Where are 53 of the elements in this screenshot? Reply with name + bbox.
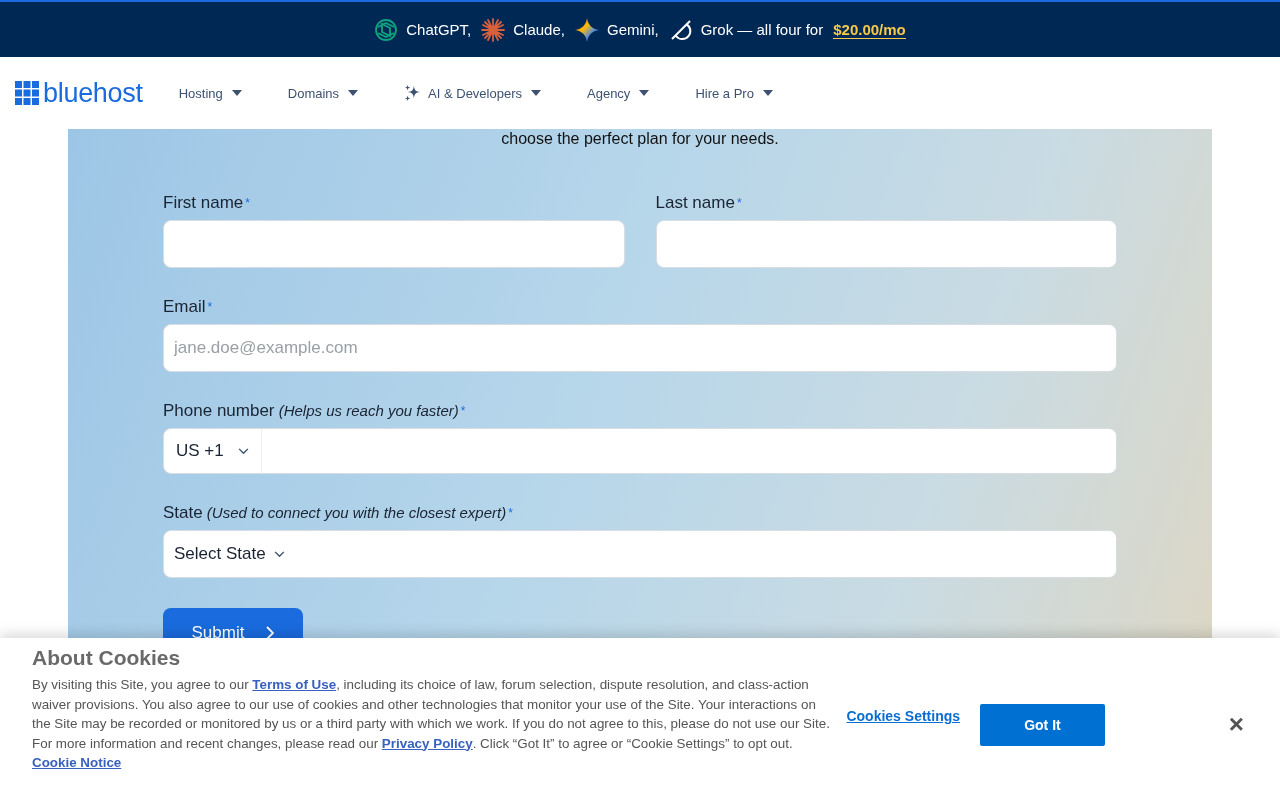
nav-menu-item[interactable]: AI & Developers [404, 84, 541, 102]
nav-label: Hosting [178, 85, 223, 101]
cookie-settings-link[interactable]: Cookies Settings [846, 708, 961, 724]
caret-icon [231, 90, 242, 96]
accept-button[interactable]: Got It [980, 704, 1105, 746]
field-hint: (Used to connect you with the closest expert) [205, 504, 507, 521]
input-field[interactable] [163, 220, 625, 268]
intro-text: choose the perfect plan for your needs. [500, 130, 780, 148]
input-field[interactable]: jane.doe@example.com [163, 324, 1117, 372]
cookie-text: By visiting this Site, you agree to our Terms of Use, including its choice of law, forum selection, dispute resolution, and class-action waiver provisions. You also agree to our use of cookies and other technologies that monitor your use of the Site. Your interactions on the Site may be recorded or monitored by us or a third party with which we work. If you do not agree to this, please do not use our Site. For more information and recent changes, please read our Privacy Policy. Click “Got It” to agree or “Cookie Settings” to opt out. [32, 676, 831, 753]
cookie-notice-link[interactable]: Cookie Notice [32, 755, 122, 770]
phone-field[interactable]: US +1 [163, 428, 1117, 474]
nav-label: AI & Developers [428, 85, 522, 101]
nav-label: Agency [587, 85, 631, 101]
chevron-icon [273, 550, 285, 558]
required-mark: * [736, 196, 742, 210]
field-label: Email [163, 297, 206, 316]
text-link[interactable]: Privacy Policy [381, 735, 473, 751]
field-label: Last name [655, 193, 735, 212]
caret-icon [348, 90, 359, 96]
price-link[interactable]: $20.00/mo [833, 20, 906, 39]
logo-text: bluehost [43, 79, 143, 107]
country-code-select[interactable]: US +1 [164, 429, 262, 473]
input-field[interactable] [655, 220, 1117, 268]
close-button[interactable]: × [1224, 710, 1248, 738]
caret-icon [531, 90, 541, 96]
nav-menu-item[interactable]: Hire a Pro [695, 85, 773, 101]
promo-text: Gemini, [606, 21, 659, 38]
field-label: First name [163, 193, 244, 212]
promo-text: Claude, [513, 21, 565, 38]
state-select[interactable]: Select State [163, 530, 1117, 578]
nav-label: Hire a Pro [695, 85, 754, 101]
starburst-icon [481, 17, 506, 42]
nav-label: Domains [287, 85, 340, 101]
knot-icon [374, 17, 399, 42]
required-mark: * [460, 404, 466, 418]
required-mark: * [245, 196, 250, 210]
field-hint: (Helps us reach you faster) [277, 402, 459, 419]
nav-menu-item[interactable]: Domains [287, 85, 359, 101]
promo-text: ChatGPT, [406, 21, 472, 38]
grid-icon [15, 81, 39, 105]
promo-text: Grok — all four for [700, 21, 824, 38]
nav-menu-item[interactable]: Hosting [178, 85, 242, 101]
nav-menu-item[interactable]: Agency [587, 85, 650, 101]
field-label: State [163, 503, 203, 522]
caret-icon [762, 90, 773, 96]
chevron-icon [237, 447, 249, 455]
required-mark: * [207, 300, 213, 314]
required-mark: * [508, 506, 513, 520]
logo[interactable]: bluehost [15, 79, 143, 107]
sparkle-icon [574, 17, 599, 42]
field-label: Phone number [163, 401, 275, 420]
caret-icon [639, 90, 650, 96]
